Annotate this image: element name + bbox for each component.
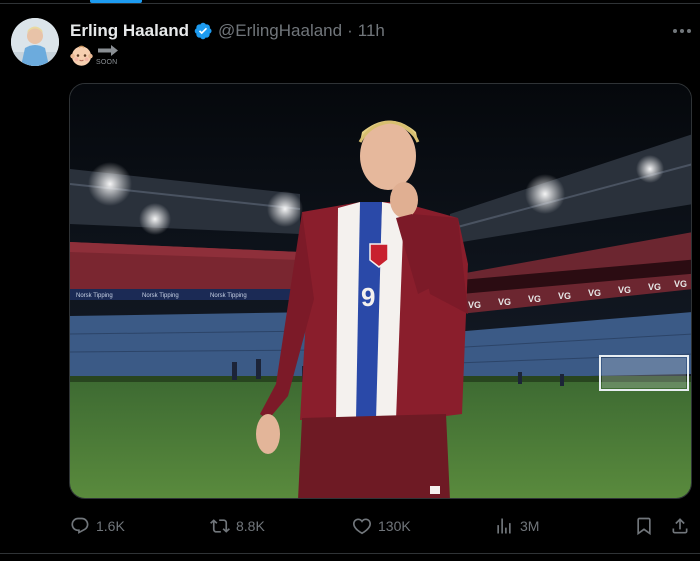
svg-text:VG: VG [618, 285, 631, 295]
views-count: 3M [520, 518, 540, 534]
svg-text:VG: VG [528, 294, 541, 304]
divider [0, 3, 700, 4]
separator-dot: · [347, 21, 353, 40]
soon-label: SOON [96, 59, 118, 66]
tweet-photo[interactable]: VG VG VG VG VG VG VG VG Norsk Tipping Norsk Ti… [69, 83, 692, 499]
bookmark-icon [637, 517, 651, 536]
soon-arrow-emoji: SOON [95, 44, 123, 70]
retweet-button[interactable]: 8.8K [210, 512, 265, 540]
svg-text:VG: VG [588, 288, 601, 298]
retweet-icon [210, 519, 230, 533]
share-icon [672, 518, 688, 534]
reply-button[interactable]: 1.6K [70, 512, 125, 540]
avatar[interactable] [11, 18, 59, 66]
svg-text:Norsk Tipping: Norsk Tipping [210, 293, 247, 299]
views-chart-icon [497, 518, 511, 534]
svg-text:Norsk Tipping: Norsk Tipping [142, 293, 179, 299]
share-button[interactable] [670, 512, 690, 540]
author-handle[interactable]: @ErlingHaaland [218, 21, 342, 41]
views-button[interactable]: 3M [494, 512, 539, 540]
svg-text:VG: VG [674, 279, 687, 289]
svg-text:Norsk Tipping: Norsk Tipping [76, 293, 113, 299]
reply-count: 1.6K [96, 518, 125, 534]
more-options-icon[interactable] [668, 21, 696, 41]
divider [0, 553, 700, 554]
svg-text:VG: VG [468, 300, 481, 310]
tweet-header: Erling Haaland @ErlingHaaland · 11h [70, 20, 385, 42]
tweet-actions-bar: 1.6K 8.8K 130K 3M [0, 512, 700, 540]
bookmark-button[interactable] [634, 512, 654, 540]
like-count: 130K [378, 518, 411, 534]
verified-badge-icon[interactable] [193, 21, 213, 41]
tweet-text: SOON [70, 44, 123, 70]
jersey-number: 9 [361, 282, 375, 312]
photo-stadium-player: VG VG VG VG VG VG VG VG Norsk Tipping Norsk Ti… [70, 84, 691, 498]
svg-text:VG: VG [648, 282, 661, 292]
heart-icon [353, 518, 371, 535]
timestamp[interactable]: 11h [358, 21, 385, 41]
reply-icon [71, 517, 89, 534]
svg-text:VG: VG [558, 291, 571, 301]
avatar-image [11, 18, 59, 66]
soon-arrow-icon [98, 45, 118, 56]
like-button[interactable]: 130K [352, 512, 411, 540]
svg-text:VG: VG [498, 297, 511, 307]
retweet-count: 8.8K [236, 518, 265, 534]
baby-face-icon [70, 45, 93, 66]
author-name[interactable]: Erling Haaland [70, 21, 189, 41]
